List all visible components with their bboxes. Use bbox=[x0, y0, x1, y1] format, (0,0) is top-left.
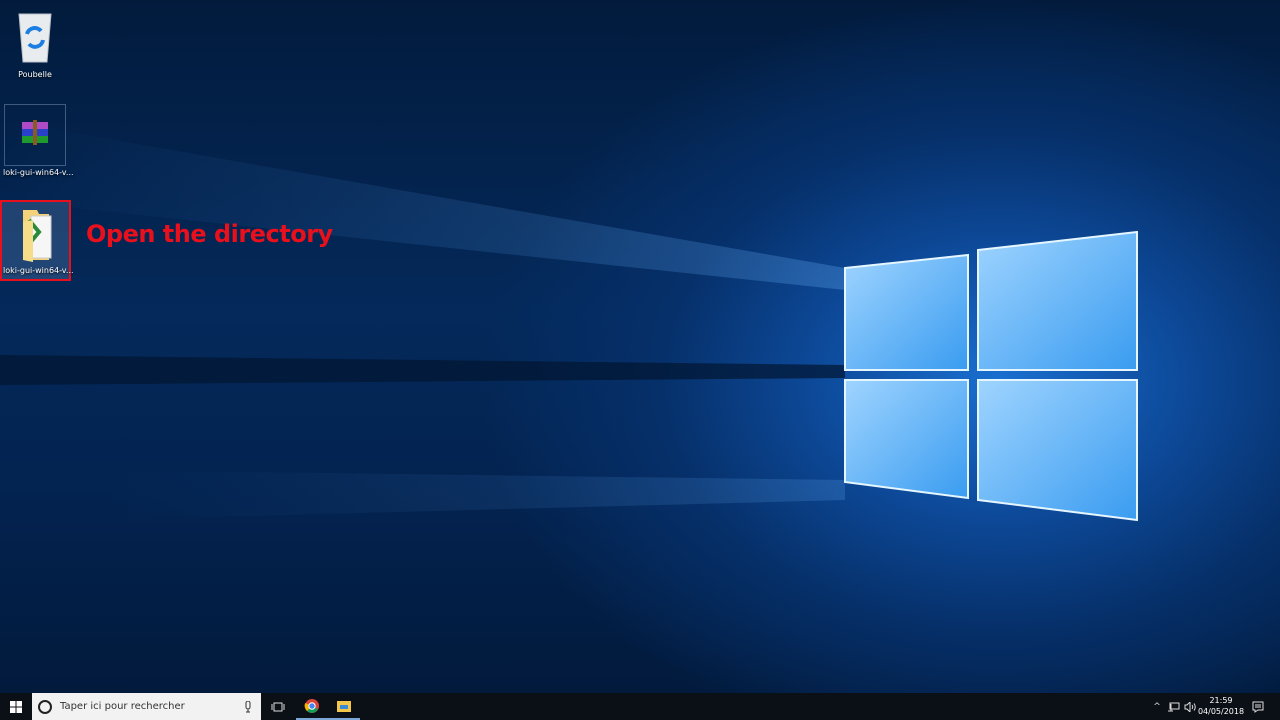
windows-logo-icon bbox=[10, 700, 22, 713]
clock-time: 21:59 bbox=[1209, 696, 1233, 705]
network-button[interactable] bbox=[1166, 693, 1182, 720]
chevron-up-icon: ^ bbox=[1153, 701, 1161, 712]
file-explorer-icon bbox=[337, 700, 351, 712]
task-view-icon bbox=[271, 702, 285, 711]
folder-icon bbox=[23, 210, 52, 262]
cortana-circle-icon bbox=[38, 699, 52, 714]
search-box[interactable]: Taper ici pour rechercher bbox=[32, 693, 261, 720]
taskbar-file-explorer[interactable] bbox=[328, 693, 360, 720]
wallpaper bbox=[0, 120, 1138, 522]
action-center-button[interactable] bbox=[1250, 693, 1266, 720]
annotation-text: Open the directory bbox=[86, 220, 333, 248]
icon-label: loki-gui-win64-v... bbox=[3, 266, 74, 275]
microphone-icon[interactable] bbox=[244, 700, 252, 713]
network-icon bbox=[1168, 702, 1180, 711]
task-view-button[interactable] bbox=[262, 693, 294, 720]
chrome-icon bbox=[304, 698, 319, 713]
desktop-icon-archive[interactable]: loki-gui-win64-v... bbox=[3, 120, 74, 177]
taskbar-chrome[interactable] bbox=[296, 693, 328, 720]
winrar-archive-icon bbox=[22, 120, 48, 145]
notifications-icon bbox=[1252, 701, 1264, 713]
volume-icon bbox=[1184, 701, 1196, 712]
show-hidden-icons-button[interactable]: ^ bbox=[1150, 693, 1164, 720]
desktop-icon-recycle-bin[interactable]: Poubelle bbox=[3, 6, 67, 79]
start-button[interactable] bbox=[0, 693, 32, 720]
taskbar: Taper ici pour rechercher ^ 21:59 04/05/… bbox=[0, 693, 1280, 720]
clock[interactable]: 21:59 04/05/2018 bbox=[1196, 695, 1246, 717]
clock-date: 04/05/2018 bbox=[1197, 707, 1245, 716]
search-placeholder: Taper ici pour rechercher bbox=[60, 701, 185, 712]
desktop: Poubelle loki-gui-win64-v... loki-gui-wi… bbox=[0, 0, 1280, 693]
recycle-bin-icon bbox=[18, 13, 52, 63]
icon-label: Poubelle bbox=[18, 70, 52, 79]
desktop-icon-folder[interactable]: loki-gui-win64-v... bbox=[3, 206, 74, 275]
icon-label: loki-gui-win64-v... bbox=[3, 168, 74, 177]
